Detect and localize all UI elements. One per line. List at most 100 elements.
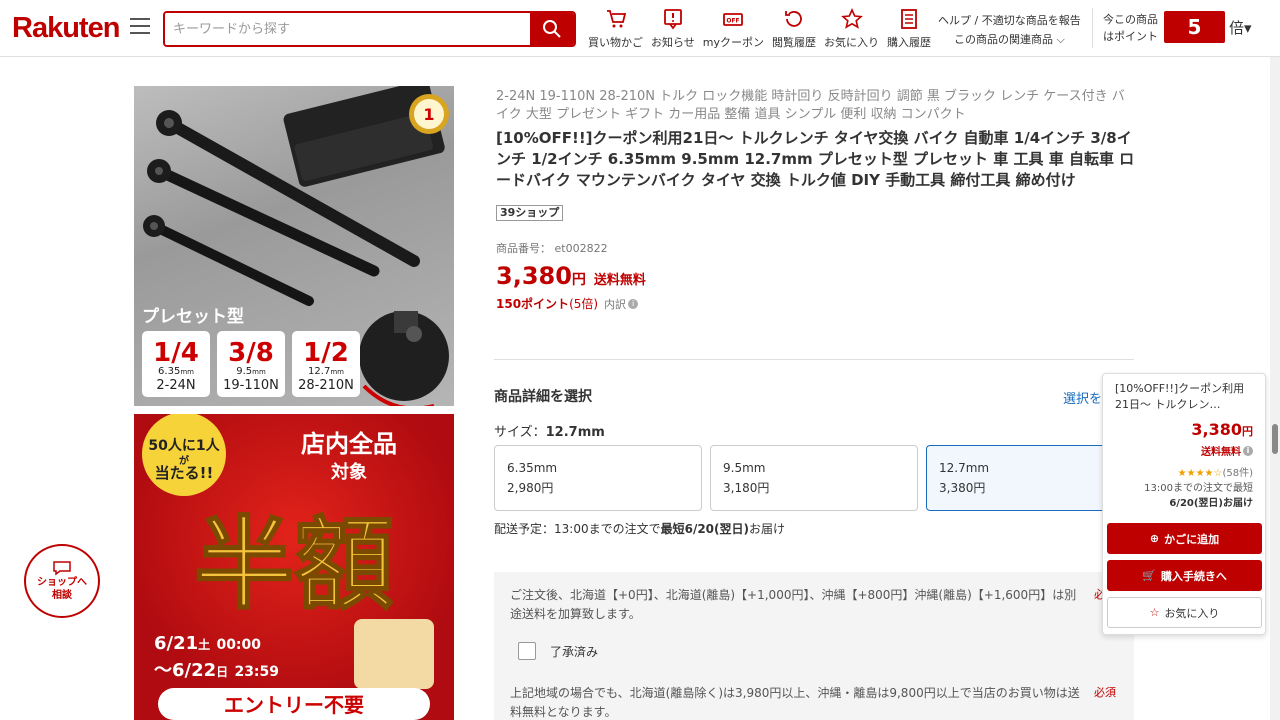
nav-cart[interactable]: 買い物かご	[588, 8, 643, 50]
price-yen: 円	[571, 272, 586, 288]
help-report-link[interactable]: ヘルプ / 不適切な商品を報告	[938, 11, 1081, 30]
product-number: 商品番号： et002822	[496, 242, 608, 255]
free-shipping-notice-text: 上記地域の場合でも、北海道(離島除く)は3,980円以上、沖縄・離島は9,800…	[510, 686, 1080, 719]
page-scrollbar[interactable]	[1270, 57, 1280, 720]
header: Rakuten 買い物かご お知らせ OFF myクーポン 閲覧履歴 お気に入り	[0, 0, 1280, 57]
product-title: [10%OFF!!]クーポン利用21日〜 トルクレンチ タイヤ交換 バイク 自動…	[496, 129, 1135, 189]
svg-text:店内全品: 店内全品	[301, 430, 397, 458]
shipping-notice: ご注文後、北海道【+0円】、北海道(離島)【+1,000円】、沖縄【+800円】…	[494, 572, 1134, 720]
related-products-link[interactable]: この商品の関連商品 ⌵	[938, 30, 1081, 49]
half-price-banner: 50人に1人 が 当たる!! 店内全品 対象 半額 6/21土 00:00 〜6…	[142, 414, 434, 720]
header-nav: 買い物かご お知らせ OFF myクーポン 閲覧履歴 お気に入り 購入履歴	[588, 8, 939, 50]
product-main-image[interactable]: 1 プレセット型 1/4 6.35mm 2-24N 3/8 9.5mm 19-1…	[134, 86, 454, 406]
shop-badge[interactable]: 39ショップ	[496, 205, 564, 221]
half-price-text: 半額	[194, 506, 394, 623]
nav-purchase-history-label: 購入履歴	[887, 36, 932, 49]
nav-favorites[interactable]: お気に入り	[824, 8, 879, 50]
nav-history-label: 閲覧履歴	[772, 36, 817, 49]
panel-rating[interactable]: ★★★★☆(58件)	[1178, 464, 1253, 479]
menu-icon[interactable]	[130, 18, 150, 38]
nav-coupon[interactable]: OFF myクーポン	[703, 8, 764, 50]
product-tagline: 2-24N 19-110N 28-210N トルク ロック機能 時計回り 反時計…	[496, 89, 1125, 122]
select-details-link[interactable]: 選択を	[1063, 388, 1102, 407]
svg-text:〜6/22日 23:59: 〜6/22日 23:59	[154, 660, 279, 681]
svg-text:6/21土 00:00: 6/21土 00:00	[154, 633, 261, 654]
svg-text:OFF: OFF	[727, 18, 740, 25]
size-card-1: 1/4 6.35mm 2-24N	[142, 331, 210, 397]
help-links: ヘルプ / 不適切な商品を報告 この商品の関連商品 ⌵	[938, 11, 1081, 49]
svg-text:6.35mm: 6.35mm	[158, 366, 194, 377]
cart-icon: 🛒	[1142, 569, 1156, 582]
svg-text:当たる!!: 当たる!!	[155, 464, 214, 482]
nav-cart-label: 買い物かご	[588, 36, 643, 49]
panel-free-shipping: 送料無料 i	[1201, 443, 1253, 458]
info-icon[interactable]: i	[1243, 445, 1253, 456]
nav-favorites-label: お気に入り	[824, 36, 880, 49]
select-details-title: 商品詳細を選択	[494, 389, 592, 405]
nav-purchase-history[interactable]: 購入履歴	[887, 8, 931, 50]
agree-checkbox[interactable]	[518, 642, 536, 660]
product-price: 3,380	[496, 262, 572, 290]
size-card-2: 3/8 9.5mm 19-110N	[217, 331, 285, 397]
campaign-banner-image[interactable]: 50人に1人 が 当たる!! 店内全品 対象 半額 6/21土 00:00 〜6…	[134, 414, 454, 720]
search-input[interactable]	[165, 13, 530, 45]
nav-notifications-label: お知らせ	[651, 36, 695, 49]
panel-price: 3,380円	[1191, 420, 1253, 439]
add-favorite-button[interactable]: ☆ お気に入り	[1107, 597, 1262, 628]
svg-text:対象: 対象	[330, 461, 367, 483]
rakuten-logo[interactable]: Rakuten	[12, 12, 120, 45]
agree-checkbox-row[interactable]: 了承済み	[518, 642, 598, 660]
shipping-notice-text: ご注文後、北海道【+0円】、北海道(離島)【+1,000円】、沖縄【+800円】…	[510, 588, 1077, 621]
points-breakdown-link[interactable]: 内訳	[604, 296, 626, 312]
search-bar	[163, 11, 576, 47]
panel-delivery: 13:00までの注文で最短 6/20(翌日)お届け	[1144, 483, 1253, 509]
point-suffix-dropdown[interactable]: 倍▾	[1229, 17, 1252, 38]
svg-text:9.5mm: 9.5mm	[236, 366, 266, 377]
preset-label: プレセット型	[142, 306, 244, 327]
caret-down-icon: ▾	[1244, 19, 1252, 37]
star-icon	[840, 8, 863, 29]
coupon-icon: OFF	[723, 13, 744, 26]
receipt-icon	[901, 9, 917, 29]
svg-text:1/4: 1/4	[153, 338, 199, 368]
shop-chat-button[interactable]: ショップへ 相談	[24, 544, 100, 618]
plus-circle-icon: ⊕	[1149, 532, 1160, 545]
agree-label: 了承済み	[550, 644, 599, 659]
info-icon[interactable]: i	[628, 298, 639, 309]
scrollbar-thumb[interactable]	[1272, 424, 1278, 454]
star-icon: ☆	[1149, 606, 1160, 619]
torque-wrench-illustration: 1 プレセット型 1/4 6.35mm 2-24N 3/8 9.5mm 19-1…	[142, 86, 449, 406]
points-row: 150ポイント (5倍) 内訳 i	[496, 295, 639, 312]
rank-badge-number: 1	[423, 105, 434, 124]
add-to-cart-button[interactable]: ⊕ かごに追加	[1107, 523, 1262, 554]
svg-text:50人に1人: 50人に1人	[148, 437, 220, 454]
svg-text:2-24N: 2-24N	[156, 378, 195, 393]
required-badge-2: 必須	[1094, 686, 1116, 699]
delivery-estimate: 配送予定：13:00までの注文で最短6/20(翌日)お届け	[494, 522, 786, 536]
nav-history[interactable]: 閲覧履歴	[772, 8, 816, 50]
rating-stars: ★★★★☆	[1177, 468, 1223, 479]
divider	[494, 359, 1134, 360]
size-label: サイズ：12.7mm	[494, 425, 605, 440]
nav-coupon-label: myクーポン	[702, 36, 765, 49]
points-rate: (5倍)	[569, 297, 599, 311]
size-option-9-5mm[interactable]: 9.5mm 3,180円	[710, 445, 918, 511]
nav-notifications[interactable]: お知らせ	[651, 8, 695, 50]
checkout-button[interactable]: 🛒 購入手続きへ	[1107, 560, 1262, 591]
notification-icon	[663, 9, 682, 30]
search-icon	[543, 20, 561, 38]
svg-text:1/2: 1/2	[303, 338, 349, 368]
svg-text:28-210N: 28-210N	[298, 378, 354, 393]
search-button[interactable]	[530, 13, 574, 45]
size-card-3: 1/2 12.7mm 28-210N	[292, 331, 360, 397]
svg-text:12.7mm: 12.7mm	[308, 366, 344, 377]
chevron-down-icon: ⌵	[1056, 33, 1065, 46]
size-option-6-35mm[interactable]: 6.35mm 2,980円	[494, 445, 702, 511]
price-row: 3,380 円 送料無料	[496, 262, 646, 290]
header-divider	[1092, 8, 1093, 48]
history-icon	[785, 11, 802, 27]
floating-purchase-panel: [10%OFF!!]クーポン利用21日〜 トルクレン… 3,380円 送料無料 i…	[1102, 373, 1266, 635]
svg-text:3/8: 3/8	[228, 338, 274, 368]
panel-product-title: [10%OFF!!]クーポン利用21日〜 トルクレン…	[1115, 382, 1245, 411]
free-shipping-label: 送料無料	[593, 273, 646, 288]
